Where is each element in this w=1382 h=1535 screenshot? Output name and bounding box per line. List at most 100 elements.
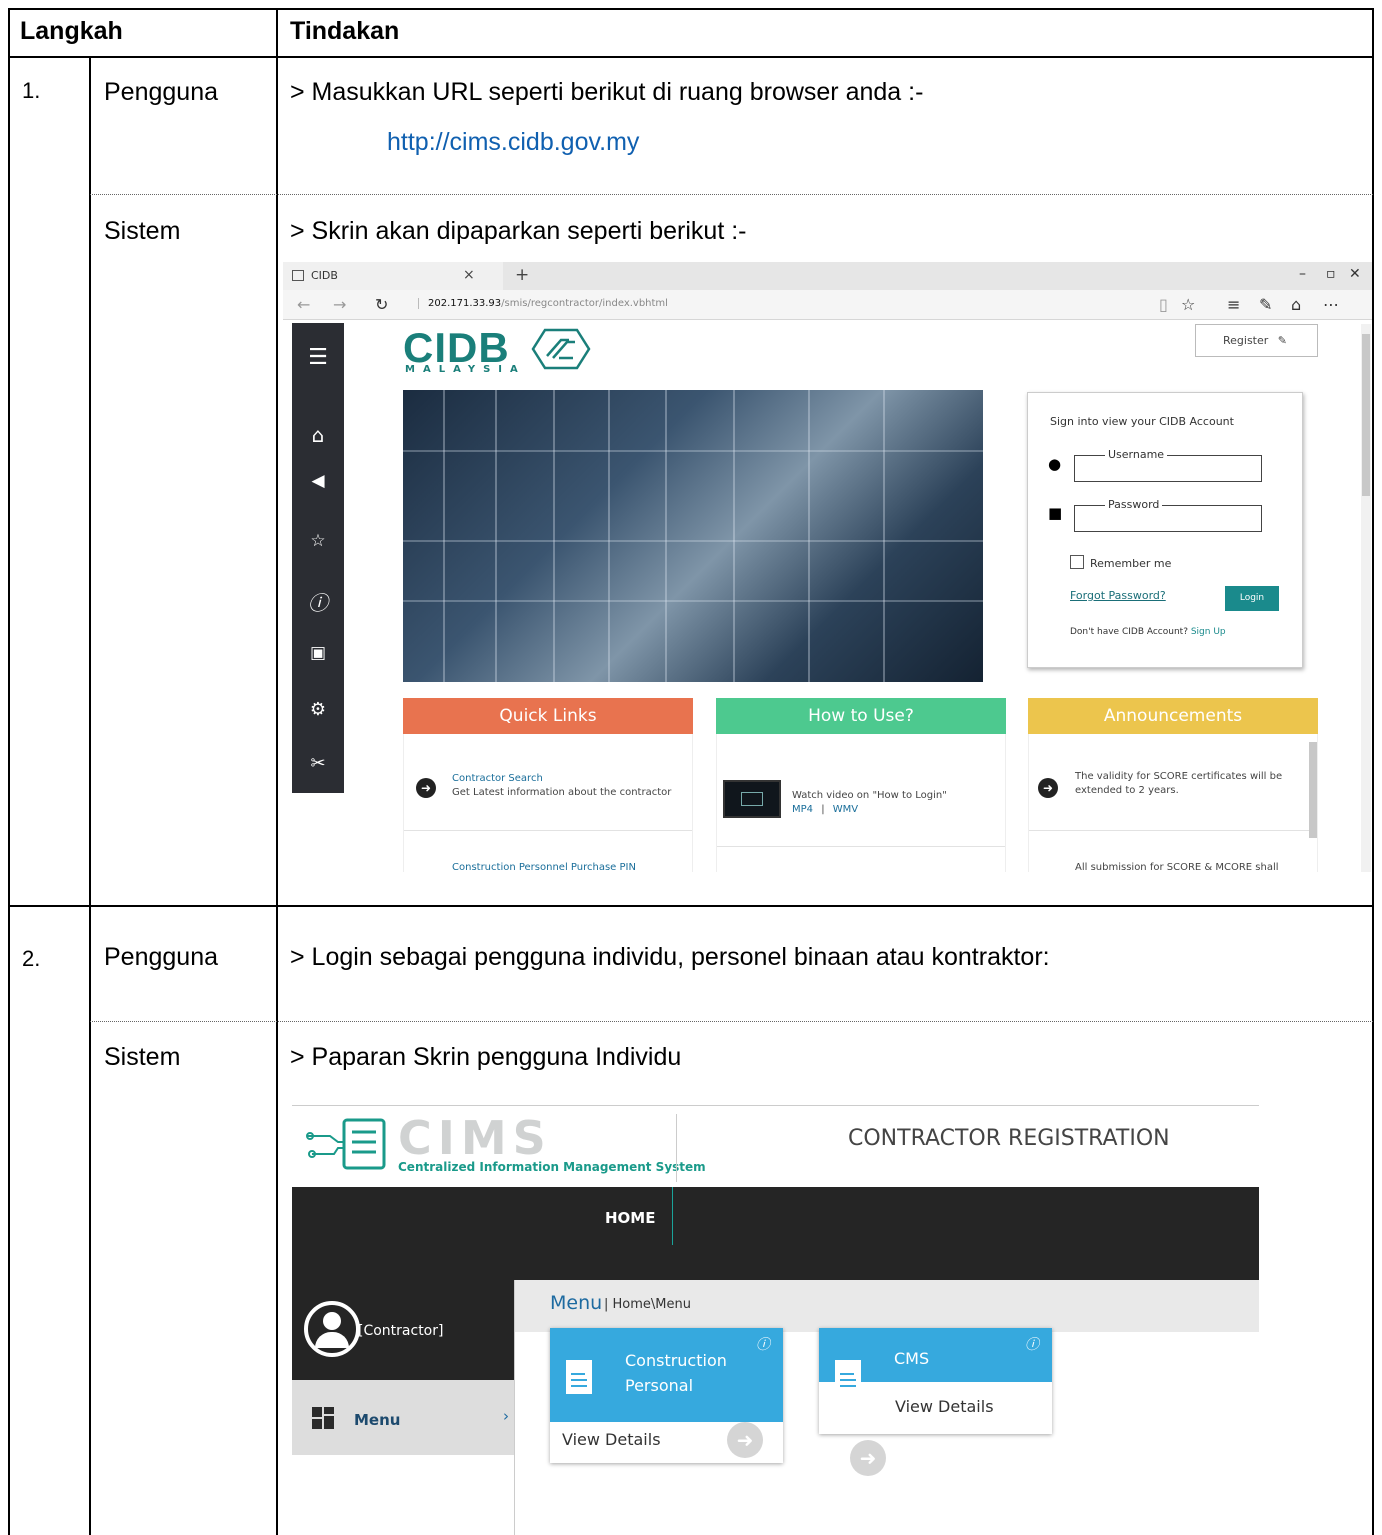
video-thumbnail[interactable] [723,780,781,818]
document-icon [566,1360,592,1394]
action-text-3: > Login sebagai pengguna individu, perso… [290,943,1050,971]
cms-card[interactable]: ⓘ CMS View Details [819,1328,1052,1434]
header-divider [8,56,1374,58]
announcement-item-2: All submission for SCORE & MCORE shall [1075,862,1279,872]
lock-icon: ■ [1048,504,1063,522]
view-details-link[interactable]: View Details [895,1397,994,1416]
login-button[interactable]: Login [1225,586,1279,611]
gallery-icon[interactable]: ▣ [292,643,344,663]
back-icon[interactable]: ← [297,295,310,314]
purchase-pin-link[interactable]: Construction Personnel Purchase PIN [452,862,636,872]
table-border-top [8,8,1374,10]
share-icon[interactable]: ⌂ [1291,295,1301,314]
wmv-link[interactable]: WMV [833,804,858,815]
announcements-header: Announcements [1028,698,1318,734]
url-host: 202.171.33.93 [428,298,502,309]
favorite-star-icon[interactable]: ☆ [1181,295,1195,314]
address-bar: ← → ↻ 202.171.33.93/smis/regcontractor/i… [283,290,1372,320]
construction-personal-card[interactable]: ⓘ Construction Personal View Details ➜ [550,1328,783,1463]
hub-icon[interactable]: ≡ [1227,295,1240,314]
minimize-icon[interactable]: – [1299,266,1306,282]
url-field[interactable]: 202.171.33.93/smis/regcontractor/index.v… [418,298,668,309]
password-field[interactable]: Password [1074,498,1262,532]
cims-logo-icon [306,1118,386,1170]
forward-icon[interactable]: → [333,295,346,314]
announcements-panel: Announcements ➜ The validity for SCORE c… [1028,698,1318,872]
login-panel: Sign into view your CIDB Account ● Usern… [1027,392,1303,668]
table-border-right [1372,8,1374,1535]
gears-icon[interactable]: ⚙ [292,699,344,720]
info-icon[interactable]: ⓘ [292,587,344,616]
how-to-use-panel: How to Use? Watch video on "How to Login… [716,698,1006,872]
more-icon[interactable]: ⋯ [1323,295,1339,314]
username-field[interactable]: Username [1074,448,1262,482]
arrow-right-icon[interactable]: ➜ [727,1422,763,1458]
cidb-logo-subtext: MALAYSIA [405,364,526,375]
mp4-link[interactable]: MP4 [792,804,813,815]
dotted-divider-2 [90,1021,1373,1022]
tools-icon[interactable]: ✂ [292,753,344,774]
cims-url-link[interactable]: http://cims.cidb.gov.my [387,128,639,157]
actor-sistem-2: Sistem [104,1043,181,1071]
announcement-line-2: extended to 2 years. [1075,785,1179,796]
password-label: Password [1105,498,1163,511]
announcement-scrollbar[interactable] [1309,742,1317,838]
tab-title: CIDB [311,269,338,282]
remember-checkbox[interactable] [1070,555,1084,569]
register-button[interactable]: Register ✎ [1195,324,1318,357]
home-icon[interactable]: ⌂ [292,423,344,447]
how-to-use-header: How to Use? [716,698,1006,734]
signup-link[interactable]: Sign Up [1191,627,1226,637]
username-label: Username [1105,448,1168,461]
side-menu-label: Menu [354,1411,401,1429]
quick-links-header: Quick Links [403,698,693,734]
row-divider [8,905,1374,907]
arrow-right-icon[interactable]: ➜ [416,778,436,798]
cims-header: CIMS Centralized Information Management … [292,1105,1259,1187]
calendar-star-icon[interactable]: ☆ [292,531,344,551]
contractor-search-link[interactable]: Contractor Search [452,773,543,784]
contractor-registration-title: CONTRACTOR REGISTRATION [848,1126,1170,1151]
new-tab-icon[interactable]: + [515,265,529,285]
cims-screenshot: CIMS Centralized Information Management … [292,1105,1259,1535]
user-icon: ● [1048,455,1062,473]
browser-tab[interactable]: CIDB × [283,262,503,290]
column-divider [276,8,278,1535]
action-text-2: > Skrin akan dipaparkan seperti berikut … [290,217,747,245]
page-scrollbar[interactable] [1361,324,1371,872]
forgot-password-link[interactable]: Forgot Password? [1070,589,1166,602]
info-icon[interactable]: ⓘ [756,1334,770,1354]
cidb-browser-screenshot: CIDB × + – ▫ ✕ ← → ↻ 202.171.33.93/smis/… [283,262,1372,872]
view-details-link[interactable]: View Details [562,1430,661,1449]
announcement-line-1: The validity for SCORE certificates will… [1075,771,1283,782]
reading-view-icon[interactable]: ▯ [1159,295,1168,314]
browser-tab-bar: CIDB × + – ▫ ✕ [283,262,1372,290]
edit-icon: ✎ [1277,334,1288,347]
step-number-1: 1. [22,78,41,103]
hamburger-icon[interactable]: ☰ [292,345,344,370]
document-icon [835,1360,861,1394]
nav-home[interactable]: HOME [605,1209,655,1227]
user-role: [Contractor] [358,1323,444,1339]
megaphone-icon[interactable]: ◀ [292,471,344,491]
grid-icon [312,1407,334,1429]
web-note-icon[interactable]: ✎ [1259,295,1272,314]
video-format-links: MP4 | WMV [792,804,858,815]
login-title: Sign into view your CIDB Account [1050,415,1234,428]
arrow-right-icon[interactable]: ➜ [1038,778,1058,798]
cidb-logo: CIDB MALAYSIA [403,324,591,375]
refresh-icon[interactable]: ↻ [375,295,388,314]
contractor-search-desc: Get Latest information about the contrac… [452,787,672,798]
user-avatar-icon[interactable] [304,1301,360,1357]
side-menu-item[interactable]: Menu › [292,1380,514,1455]
arrow-right-icon[interactable]: ➜ [850,1440,886,1476]
info-icon[interactable]: ⓘ [1025,1334,1039,1354]
quick-links-panel: Quick Links ➜ Contractor Search Get Late… [403,698,693,872]
breadcrumb: Menu | Home\Menu [515,1280,1259,1332]
header-separator [676,1114,677,1182]
actor-pengguna-2: Pengguna [104,943,219,971]
tab-close-icon[interactable]: × [463,267,475,283]
breadcrumb-title: Menu [550,1292,603,1314]
restore-icon[interactable]: ▫ [1326,266,1336,282]
close-window-icon[interactable]: ✕ [1349,266,1361,282]
